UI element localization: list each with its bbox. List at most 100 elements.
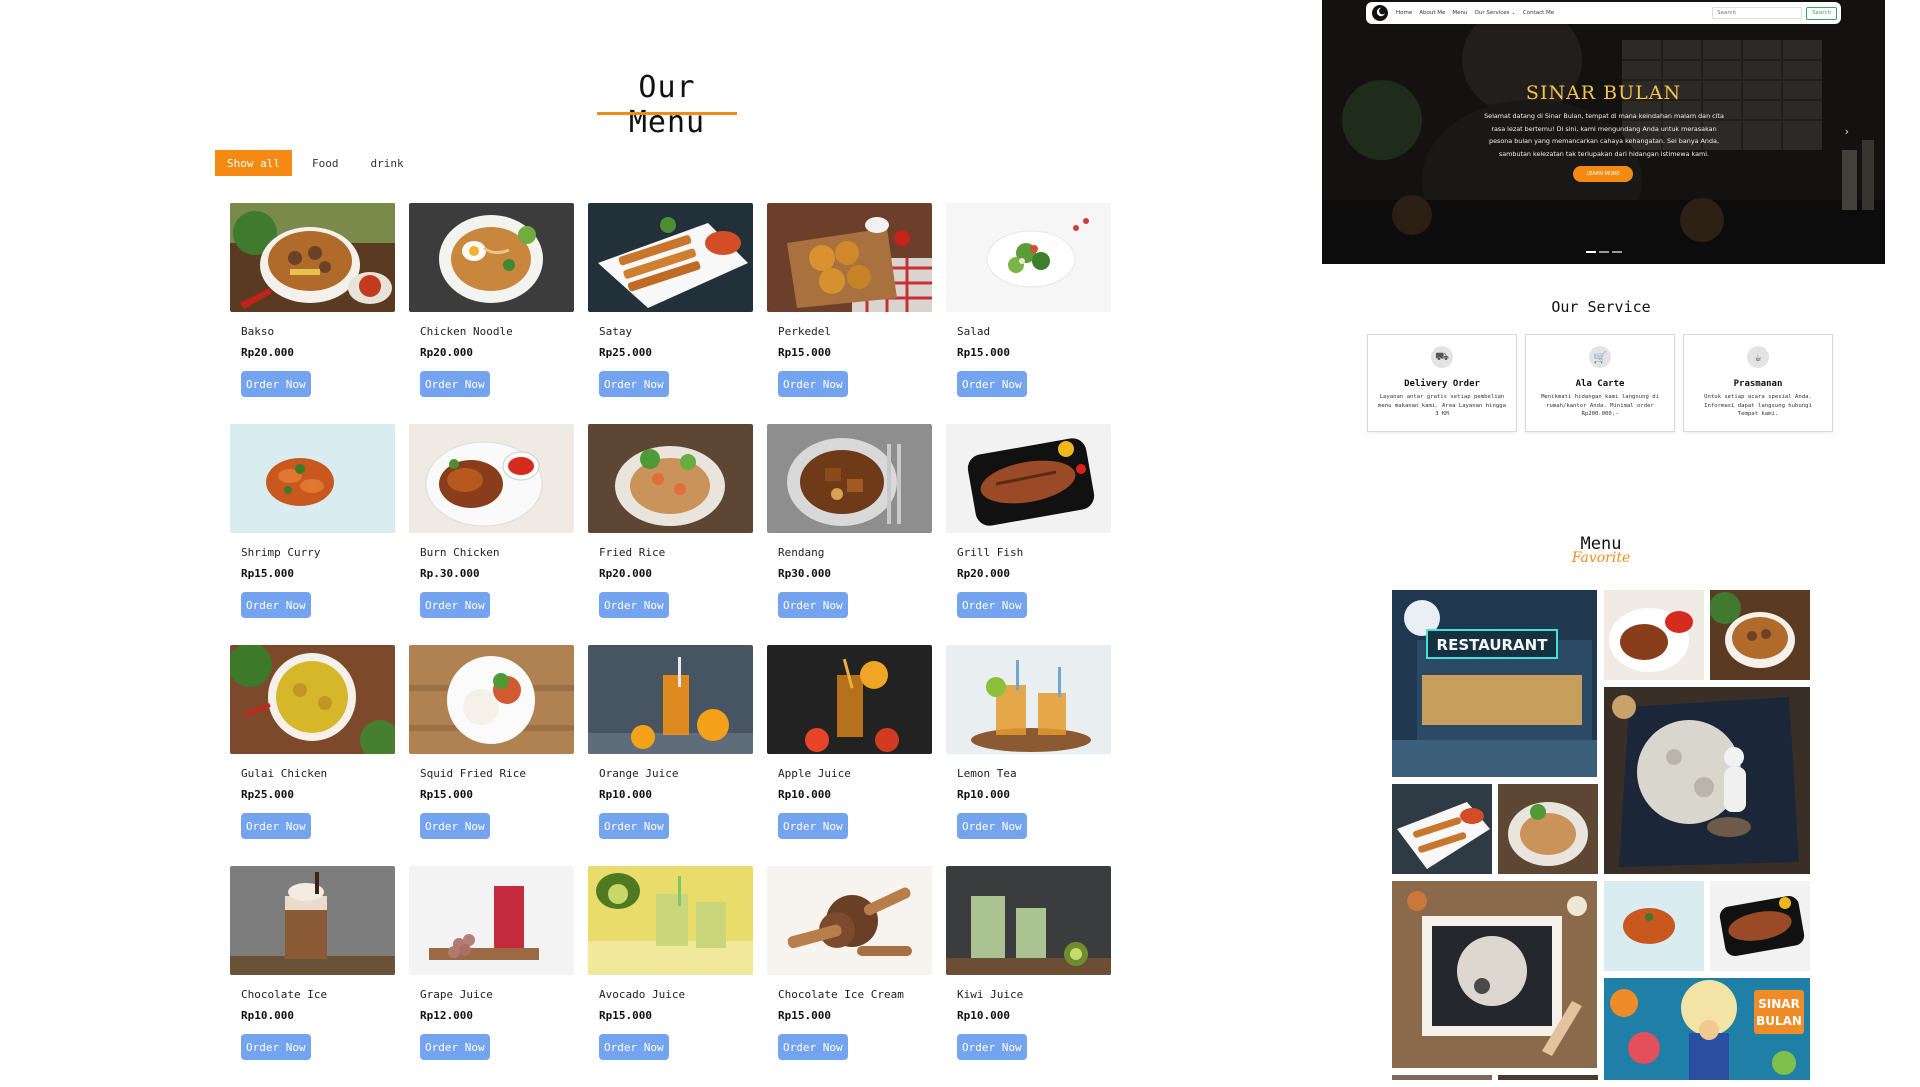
order-now-button[interactable]: Order Now [778,1034,848,1060]
menu-item-name: Gulai Chicken [241,767,328,780]
grill-fish-image [946,424,1111,533]
carousel-dot[interactable] [1612,251,1622,253]
order-now-button[interactable]: Order Now [778,592,848,618]
nav-about-link[interactable]: About Me [1419,10,1445,16]
menu-item-name: Rendang [778,546,825,559]
menu-item-price: Rp10.000 [778,788,831,801]
gallery-drawing-image[interactable] [1392,881,1597,1068]
menu-card: Chocolate Ice Cream Rp15.000 Order Now [767,866,932,1087]
avocado-juice-image [588,866,753,975]
menu-item-name: Fried Rice [599,546,666,559]
menu-grid: Bakso Rp20.000 Order Now Chicken Noodle … [230,203,1111,1087]
menu-item-price: Rp.30.000 [420,567,480,580]
gallery-fried-rice-image[interactable] [1498,784,1598,874]
menu-card: Grape Juice Rp12.000 Order Now [409,866,574,1087]
gallery-shrimp-curry-image[interactable] [1604,881,1704,971]
service-name: Prasmanan [1733,379,1783,389]
order-now-button[interactable]: Order Now [599,592,669,618]
menu-item-price: Rp10.000 [957,788,1010,801]
menu-item-price: Rp15.000 [420,788,473,801]
gallery-restaurant-image[interactable]: RESTAURANT [1392,590,1597,777]
order-now-button[interactable]: Order Now [241,1034,311,1060]
order-now-button[interactable]: Order Now [778,813,848,839]
poster-text-line-2: BULAN [1756,1014,1802,1028]
site-navbar: Home About Me Menu Our Services ⌄ Contac… [1366,2,1841,24]
shrimp-curry-image [230,424,395,533]
squid-fried-rice-image [409,645,574,754]
nav-menu-link[interactable]: Menu [1452,10,1467,16]
carousel-dot[interactable] [1586,251,1596,253]
order-now-button[interactable]: Order Now [420,813,490,839]
menu-card: Gulai Chicken Rp25.000 Order Now [230,645,395,866]
gallery-sinar-bulan-poster[interactable]: SINAR BULAN [1604,978,1810,1080]
menu-item-name: Burn Chicken [420,546,500,559]
menu-item-price: Rp15.000 [778,346,831,359]
menu-item-price: Rp20.000 [599,567,652,580]
menu-item-name: Kiwi Juice [957,988,1024,1001]
learn-more-button[interactable]: LEARN MORE [1573,166,1633,182]
menu-card: Fried Rice Rp20.000 Order Now [588,424,753,645]
order-now-button[interactable]: Order Now [241,813,311,839]
gallery-grill-fish-image[interactable] [1710,881,1810,971]
gallery-chef-moon-image[interactable] [1604,687,1810,874]
menu-item-name: Grape Juice [420,988,493,1001]
order-now-button[interactable]: Order Now [957,371,1027,397]
nav-contact-link[interactable]: Contact Me [1523,10,1554,16]
order-now-button[interactable]: Order Now [957,592,1027,618]
menu-item-price: Rp15.000 [778,1009,831,1022]
salad-image [946,203,1111,312]
order-now-button[interactable]: Order Now [599,371,669,397]
order-now-button[interactable]: Order Now [241,592,311,618]
search-button[interactable]: Search [1806,6,1837,20]
filter-food-button[interactable]: Food [300,150,351,176]
nav-home-link[interactable]: Home [1396,10,1412,16]
menu-item-name: Orange Juice [599,767,679,780]
menu-item-name: Avocado Juice [599,988,686,1001]
order-now-button[interactable]: Order Now [420,592,490,618]
service-description: Layanan antar gratis setiap pembelian me… [1378,394,1506,417]
menu-item-name: Squid Fried Rice [420,767,526,780]
carousel-indicators [1586,251,1622,253]
menu-item-name: Satay [599,325,633,338]
filter-show-all-button[interactable]: Show all [215,150,292,176]
carousel-dot[interactable] [1599,251,1609,253]
truck-icon: ⛟ [1431,346,1453,368]
gallery-satay-image[interactable] [1392,784,1492,874]
menu-item-name: Chicken Noodle [420,325,513,338]
rendang-image [767,424,932,533]
order-now-button[interactable]: Order Now [420,371,490,397]
order-now-button[interactable]: Order Now [957,813,1027,839]
filter-drink-button[interactable]: drink [358,150,415,176]
moon-logo-icon[interactable] [1372,5,1388,21]
menu-card: Satay Rp25.000 Order Now [588,203,753,424]
gallery-chicken-image[interactable] [1604,590,1704,680]
services-title: Our Service [1551,298,1651,316]
menu-item-price: Rp20.000 [420,346,473,359]
menu-card: Chicken Noodle Rp20.000 Order Now [409,203,574,424]
order-now-button[interactable]: Order Now [957,1034,1027,1060]
order-now-button[interactable]: Order Now [599,813,669,839]
menu-card: Shrimp Curry Rp15.000 Order Now [230,424,395,645]
gallery-bakso-image[interactable] [1710,590,1810,680]
poster-text-line-1: SINAR [1758,997,1800,1011]
fried-rice-image [588,424,753,533]
cup-icon: ☕ [1747,346,1769,368]
menu-item-price: Rp25.000 [241,788,294,801]
menu-item-name: Lemon Tea [957,767,1017,780]
apple-juice-image [767,645,932,754]
order-now-button[interactable]: Order Now [599,1034,669,1060]
satay-image [588,203,753,312]
order-now-button[interactable]: Order Now [420,1034,490,1060]
nav-services-dropdown[interactable]: Our Services ⌄ [1475,10,1516,16]
menu-item-name: Chocolate Ice [241,988,328,1001]
menu-card: Chocolate Ice Rp10.000 Order Now [230,866,395,1087]
search-input[interactable] [1712,7,1803,19]
title-underline [597,112,737,115]
carousel-next-icon[interactable]: › [1845,125,1849,138]
order-now-button[interactable]: Order Now [778,371,848,397]
order-now-button[interactable]: Order Now [241,371,311,397]
gulai-chicken-image [230,645,395,754]
menu-item-price: Rp15.000 [241,567,294,580]
menu-card: Rendang Rp30.000 Order Now [767,424,932,645]
grape-juice-image [409,866,574,975]
